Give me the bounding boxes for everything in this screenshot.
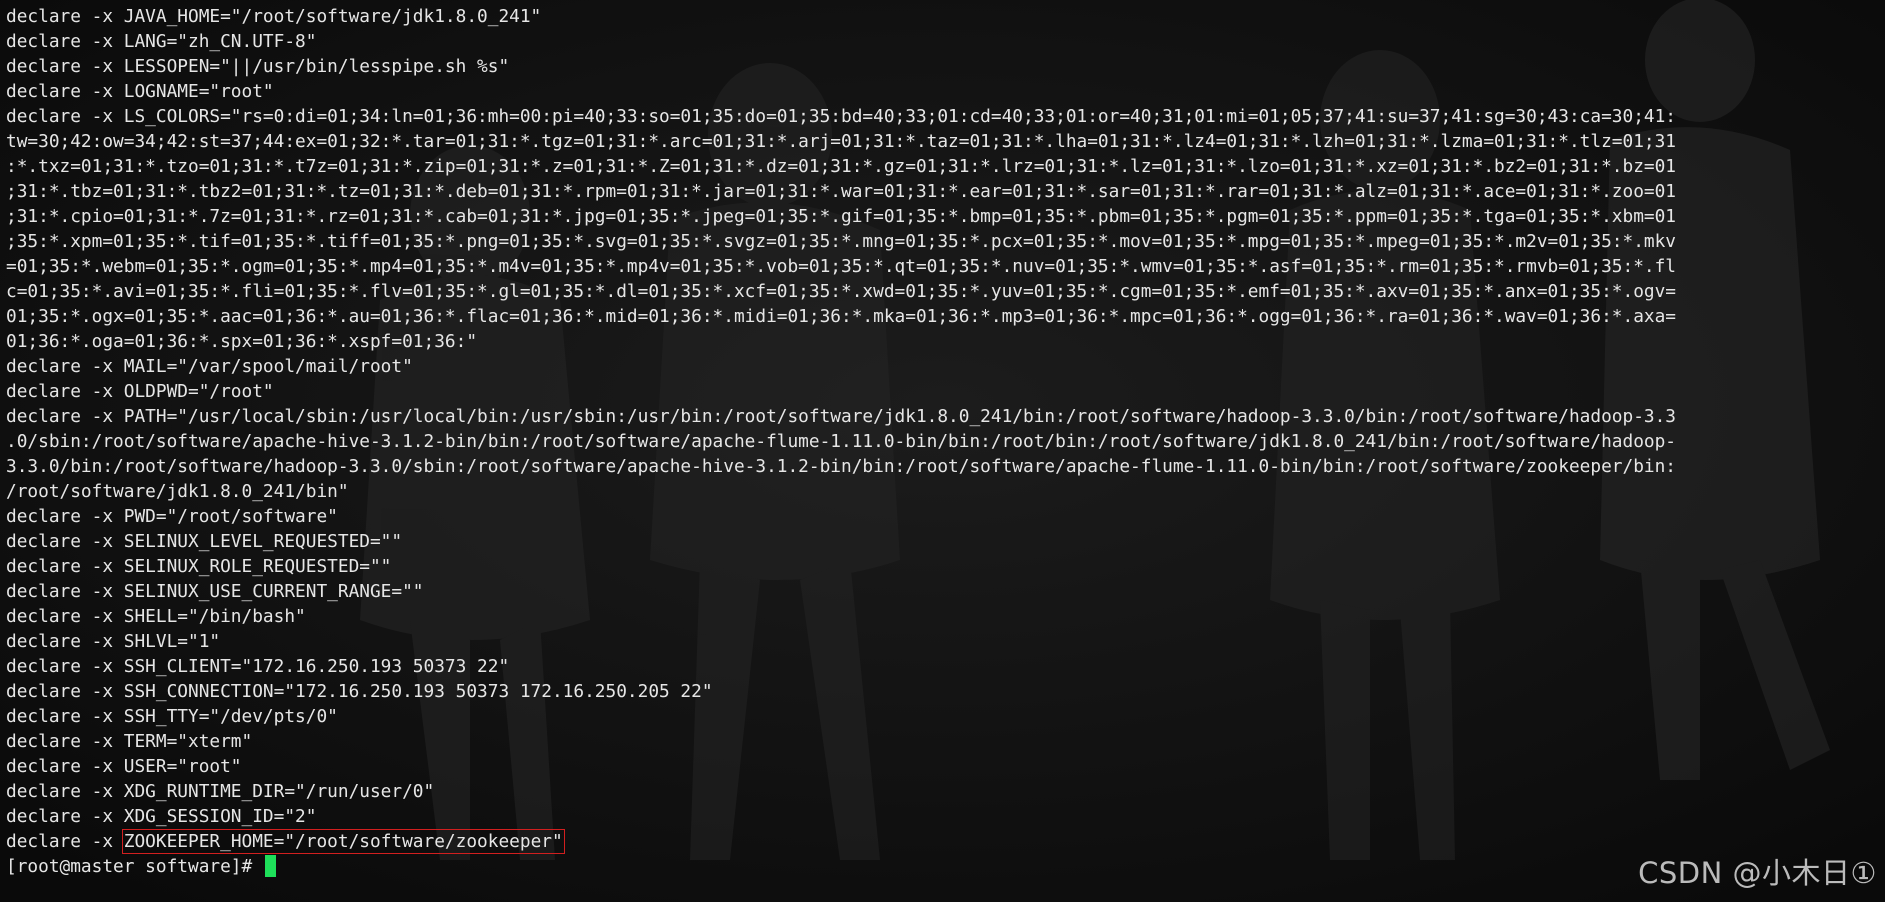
csdn-watermark: CSDN @小木日① (1638, 856, 1877, 890)
output-line: 01;36:*.oga=01;36:*.spx=01;36:*.xspf=01;… (6, 331, 478, 352)
output-line: declare -x XDG_SESSION_ID="2" (6, 806, 317, 827)
output-line: declare -x PATH="/usr/local/sbin:/usr/lo… (6, 406, 1677, 427)
output-line: c=01;35:*.avi=01;35:*.fli=01;35:*.flv=01… (6, 281, 1677, 302)
terminal-output: declare -x JAVA_HOME="/root/software/jdk… (6, 4, 1882, 879)
text-cursor[interactable] (264, 855, 276, 877)
output-line: declare -x PWD="/root/software" (6, 506, 338, 527)
output-line: declare -x LOGNAME="root" (6, 81, 274, 102)
output-line: declare -x SELINUX_USE_CURRENT_RANGE="" (6, 581, 424, 602)
output-line: .0/sbin:/root/software/apache-hive-3.1.2… (6, 431, 1677, 452)
output-line: declare -x LANG="zh_CN.UTF-8" (6, 31, 317, 52)
output-line: declare -x XDG_RUNTIME_DIR="/run/user/0" (6, 781, 435, 802)
output-line: ;31:*.cpio=01;31:*.7z=01;31:*.rz=01;31:*… (6, 206, 1677, 227)
prompt-line[interactable]: [root@master software]# (6, 854, 1882, 879)
output-line: declare -x MAIL="/var/spool/mail/root" (6, 356, 413, 377)
output-line: declare -x SSH_TTY="/dev/pts/0" (6, 706, 338, 727)
output-line: ;31:*.tbz=01;31:*.tbz2=01;31:*.tz=01;31:… (6, 181, 1677, 202)
highlighted-line: declare -x ZOOKEEPER_HOME="/root/softwar… (6, 829, 1882, 854)
output-line: declare -x TERM="xterm" (6, 731, 253, 752)
output-line: tw=30;42:ow=34;42:st=37;44:ex=01;32:*.ta… (6, 131, 1677, 152)
output-line: declare -x SHLVL="1" (6, 631, 221, 652)
output-line: declare -x SELINUX_ROLE_REQUESTED="" (6, 556, 392, 577)
output-line: :*.txz=01;31:*.tzo=01;31:*.t7z=01;31:*.z… (6, 156, 1677, 177)
output-line: declare -x SHELL="/bin/bash" (6, 606, 306, 627)
output-line: declare -x LS_COLORS="rs=0:di=01;34:ln=0… (6, 106, 1677, 127)
output-line: declare -x OLDPWD="/root" (6, 381, 274, 402)
output-line: =01;35:*.webm=01;35:*.ogm=01;35:*.mp4=01… (6, 256, 1677, 277)
output-line: /root/software/jdk1.8.0_241/bin" (6, 481, 349, 502)
output-line: declare -x SSH_CONNECTION="172.16.250.19… (6, 681, 713, 702)
shell-prompt: [root@master software]# (6, 856, 263, 877)
zookeeper-home-highlight: ZOOKEEPER_HOME="/root/software/zookeeper… (121, 829, 565, 854)
output-line: declare -x USER="root" (6, 756, 242, 777)
output-line: declare -x JAVA_HOME="/root/software/jdk… (6, 6, 542, 27)
output-line: declare -x SSH_CLIENT="172.16.250.193 50… (6, 656, 510, 677)
terminal-window[interactable]: declare -x JAVA_HOME="/root/software/jdk… (0, 0, 1885, 902)
highlight-prefix: declare -x (6, 831, 124, 852)
output-line: ;35:*.xpm=01;35:*.tif=01;35:*.tiff=01;35… (6, 231, 1677, 252)
output-line: 01;35:*.ogx=01;35:*.aac=01;36:*.au=01;36… (6, 306, 1677, 327)
output-line: declare -x SELINUX_LEVEL_REQUESTED="" (6, 531, 403, 552)
output-line: 3.3.0/bin:/root/software/hadoop-3.3.0/sb… (6, 456, 1677, 477)
output-line: declare -x LESSOPEN="||/usr/bin/lesspipe… (6, 56, 510, 77)
